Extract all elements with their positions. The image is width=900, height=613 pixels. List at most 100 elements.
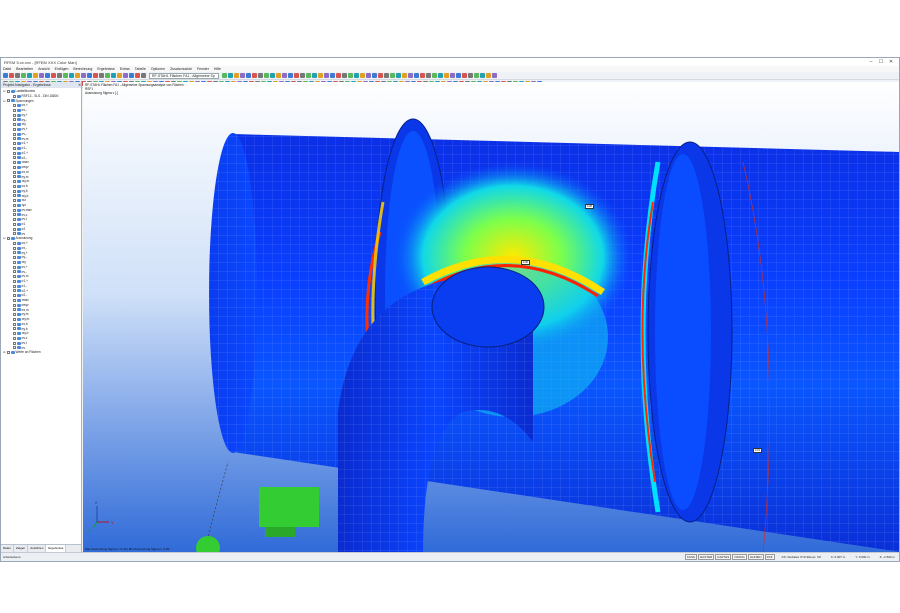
expand-icon[interactable]: ⊟ bbox=[3, 89, 6, 94]
navigator-tab[interactable]: Ansichten bbox=[28, 545, 47, 552]
checkbox[interactable] bbox=[13, 104, 16, 108]
checkbox[interactable] bbox=[7, 89, 10, 93]
checkbox[interactable] bbox=[13, 327, 16, 331]
toolbar-button-icon[interactable] bbox=[402, 73, 407, 78]
checkbox[interactable] bbox=[13, 341, 16, 345]
checkbox[interactable] bbox=[13, 222, 16, 226]
menu-item-6[interactable]: Extras bbox=[120, 67, 130, 71]
toolbar-button-icon[interactable] bbox=[252, 73, 257, 78]
status-toggle-button[interactable]: OFANG bbox=[732, 554, 747, 560]
status-toggle-button[interactable]: HLINIEN bbox=[747, 554, 764, 560]
checkbox[interactable] bbox=[13, 208, 16, 212]
checkbox[interactable] bbox=[13, 303, 16, 307]
checkbox[interactable] bbox=[13, 180, 16, 184]
minimize-button[interactable]: – bbox=[866, 59, 876, 65]
maximize-button[interactable]: ☐ bbox=[876, 59, 886, 65]
toolbar-button-icon[interactable] bbox=[468, 73, 473, 78]
checkbox[interactable] bbox=[13, 108, 16, 112]
tree-node[interactable]: ⊞ Werte an Flächen bbox=[1, 350, 81, 355]
status-toggle-button[interactable]: FANG bbox=[684, 554, 698, 560]
toolbar-button-icon[interactable] bbox=[123, 73, 128, 78]
checkbox[interactable] bbox=[13, 151, 16, 155]
toolbar-button-icon[interactable] bbox=[372, 73, 377, 78]
toolbar-button-icon[interactable] bbox=[336, 73, 341, 78]
toolbar-button-icon[interactable] bbox=[9, 73, 14, 78]
menu-item-10[interactable]: Fenster bbox=[197, 67, 209, 71]
checkbox[interactable] bbox=[13, 132, 16, 136]
checkbox[interactable] bbox=[13, 227, 16, 231]
expand-icon[interactable]: ⊟ bbox=[3, 236, 6, 241]
close-button[interactable]: ✕ bbox=[886, 59, 896, 65]
toolbar-button-icon[interactable] bbox=[27, 73, 32, 78]
toolbar-button-icon[interactable] bbox=[300, 73, 305, 78]
fem-model-render[interactable]: Z Y X bbox=[83, 82, 899, 552]
menu-item-4[interactable]: Berechnung bbox=[73, 67, 92, 71]
checkbox[interactable] bbox=[13, 199, 16, 203]
menu-item-11[interactable]: Hilfe bbox=[214, 67, 221, 71]
checkbox[interactable] bbox=[13, 294, 16, 298]
checkbox[interactable] bbox=[13, 260, 16, 264]
navigator-close-icon[interactable]: ✕ bbox=[78, 82, 81, 88]
status-toggle-button[interactable]: DXF bbox=[764, 554, 775, 560]
toolbar-button-icon[interactable] bbox=[354, 73, 359, 78]
checkbox[interactable] bbox=[13, 289, 16, 293]
toolbar-button-icon[interactable] bbox=[384, 73, 389, 78]
menu-item-7[interactable]: Tabelle bbox=[135, 67, 146, 71]
toolbar-button-icon[interactable] bbox=[360, 73, 365, 78]
checkbox[interactable] bbox=[13, 308, 16, 312]
toolbar-button-icon[interactable] bbox=[306, 73, 311, 78]
checkbox[interactable] bbox=[13, 298, 16, 302]
result-tag-2[interactable]: 0.40 bbox=[521, 260, 530, 265]
checkbox[interactable] bbox=[13, 118, 16, 122]
menu-item-5[interactable]: Ergebnisse bbox=[97, 67, 115, 71]
toolbar-button-icon[interactable] bbox=[99, 73, 104, 78]
toolbar-button-icon[interactable] bbox=[288, 73, 293, 78]
checkbox[interactable] bbox=[13, 123, 16, 127]
menu-item-1[interactable]: Bearbeiten bbox=[16, 67, 33, 71]
toolbar-button-icon[interactable] bbox=[264, 73, 269, 78]
checkbox[interactable] bbox=[13, 346, 16, 350]
checkbox[interactable] bbox=[13, 113, 16, 117]
toolbar-button-icon[interactable] bbox=[258, 73, 263, 78]
menu-item-0[interactable]: Datei bbox=[3, 67, 11, 71]
toolbar-button-icon[interactable] bbox=[492, 73, 497, 78]
toolbar-button-icon[interactable] bbox=[57, 73, 62, 78]
toolbar-button-icon[interactable] bbox=[282, 73, 287, 78]
toolbar-button-icon[interactable] bbox=[342, 73, 347, 78]
toolbar-button-icon[interactable] bbox=[33, 73, 38, 78]
toolbar-button-icon[interactable] bbox=[462, 73, 467, 78]
checkbox[interactable] bbox=[13, 203, 16, 207]
checkbox[interactable] bbox=[13, 189, 16, 193]
toolbar-button-icon[interactable] bbox=[3, 73, 8, 78]
checkbox[interactable] bbox=[13, 332, 16, 336]
checkbox[interactable] bbox=[13, 146, 16, 150]
toolbar-button-icon[interactable] bbox=[105, 73, 110, 78]
toolbar-button-icon[interactable] bbox=[414, 73, 419, 78]
checkbox[interactable] bbox=[7, 99, 10, 103]
toolbar-button-icon[interactable] bbox=[456, 73, 461, 78]
checkbox[interactable] bbox=[13, 142, 16, 146]
navigator-tab[interactable]: Ergebnisse bbox=[46, 545, 67, 552]
checkbox[interactable] bbox=[13, 94, 16, 98]
toolbar-button-icon[interactable] bbox=[51, 73, 56, 78]
checkbox[interactable] bbox=[13, 161, 16, 165]
checkbox[interactable] bbox=[13, 279, 16, 283]
checkbox[interactable] bbox=[13, 170, 16, 174]
toolbar-button-icon[interactable] bbox=[93, 73, 98, 78]
model-viewport[interactable]: Z Y X RF-STAHL Flächen FA1 - Allgemeine … bbox=[83, 82, 899, 552]
toolbar-button-icon[interactable] bbox=[396, 73, 401, 78]
toolbar-button-icon[interactable] bbox=[378, 73, 383, 78]
status-toggle-button[interactable]: KARTES bbox=[715, 554, 732, 560]
toolbar-button-icon[interactable] bbox=[324, 73, 329, 78]
toolbar-button-icon[interactable] bbox=[228, 73, 233, 78]
checkbox[interactable] bbox=[13, 336, 16, 340]
toolbar-button-icon[interactable] bbox=[234, 73, 239, 78]
toolbar-button-icon[interactable] bbox=[21, 73, 26, 78]
toolbar-button-icon[interactable] bbox=[69, 73, 74, 78]
menu-item-8[interactable]: Optionen bbox=[151, 67, 165, 71]
checkbox[interactable] bbox=[13, 218, 16, 222]
checkbox[interactable] bbox=[13, 127, 16, 131]
toolbar-button-icon[interactable] bbox=[75, 73, 80, 78]
toolbar-button-icon[interactable] bbox=[426, 73, 431, 78]
toolbar-button-icon[interactable] bbox=[432, 73, 437, 78]
